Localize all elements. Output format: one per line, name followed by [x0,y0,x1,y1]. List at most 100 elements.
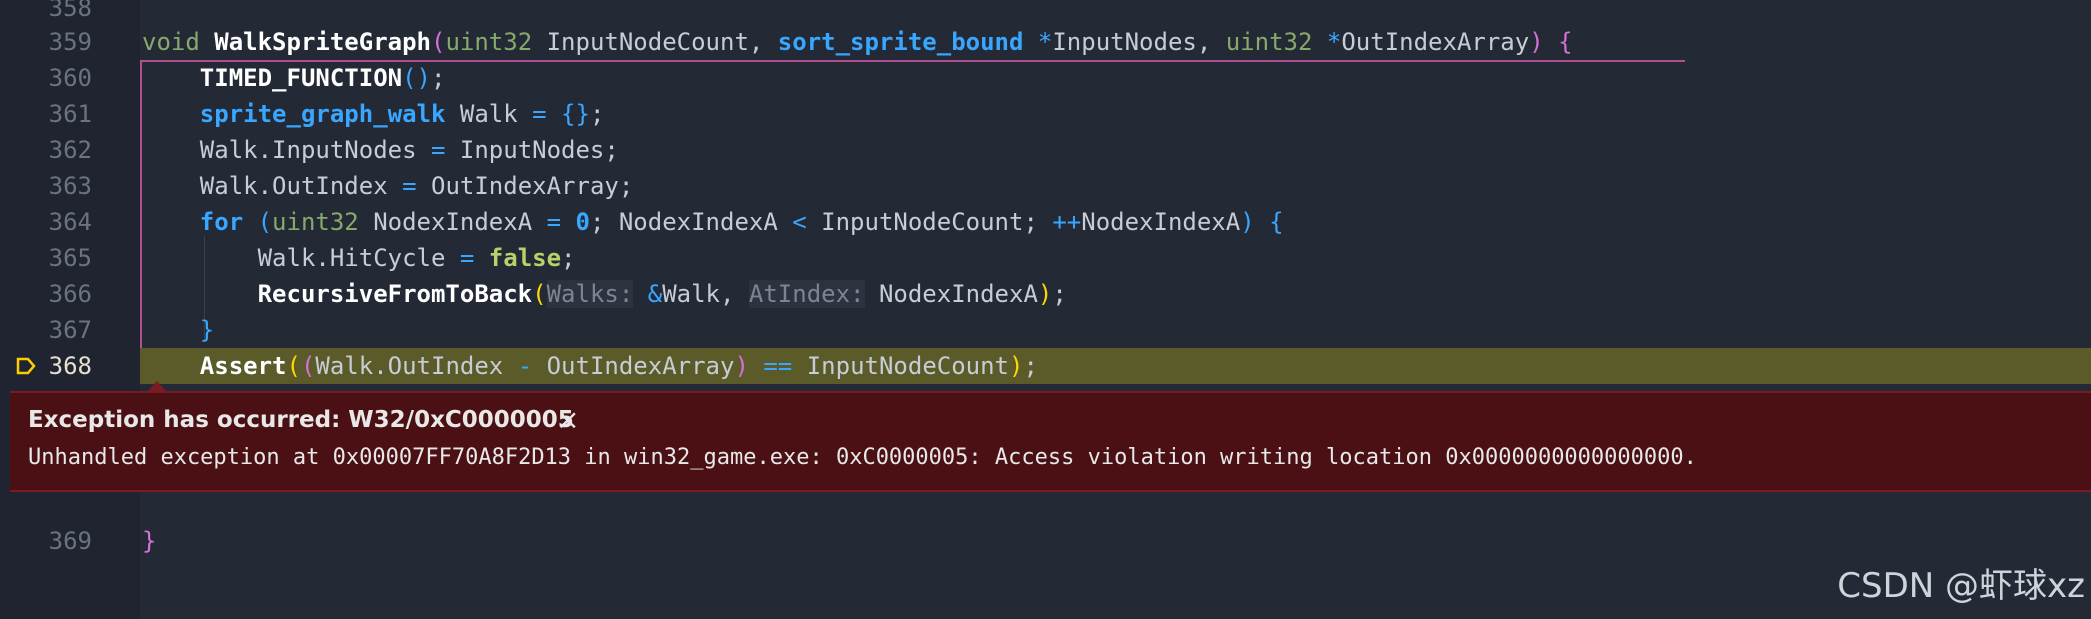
code-token: = [532,100,562,128]
code-line[interactable]: 358 [0,0,2091,26]
code-line[interactable]: 366 RecursiveFromToBack(Walks: &Walk, At… [0,276,2091,312]
code-token: InputNodeCount [806,352,1010,380]
code-line[interactable]: 364 for (uint32 NodexIndexA = 0; NodexIn… [0,204,2091,240]
line-number: 368 [48,352,92,380]
code-text: Walk.OutIndex = OutIndexArray; [142,168,634,204]
code-token: ; [1023,352,1038,380]
code-text: Walk.InputNodes = InputNodes; [142,132,619,168]
code-token: OutIndexArray [1341,28,1530,56]
code-token: uint32 [1225,28,1327,56]
code-token: Walk.HitCycle [142,244,460,272]
code-text: Walk.HitCycle = false; [142,240,576,276]
code-token: ++ [1052,208,1082,236]
code-token: uint32 [272,208,374,236]
exception-message: Unhandled exception at 0x00007FF70A8F2D1… [28,445,1697,470]
code-token: false [488,244,562,272]
code-token: Walk.OutIndex [315,352,518,380]
line-number: 361 [48,100,92,128]
code-token: InputNodeCount; [821,208,1053,236]
code-token: void [142,28,215,56]
line-number: 367 [48,316,92,344]
code-token: = [430,136,460,164]
code-line[interactable]: 367 } [0,312,2091,348]
code-token: {} [561,100,590,128]
code-line[interactable]: 362 Walk.InputNodes = InputNodes; [0,132,2091,168]
code-token: ; [431,64,446,92]
code-token: uint32 [445,28,547,56]
line-number: 365 [48,244,92,272]
code-line[interactable]: 365 Walk.HitCycle = false; [0,240,2091,276]
code-line[interactable]: 360 TIMED_FUNCTION(); [0,60,2091,96]
code-token: Walk.InputNodes [142,136,431,164]
exception-widget: Exception has occurred: W32/0xC0000005 ×… [10,391,2091,492]
code-token: ) [1009,352,1024,380]
code-token: ) { [1240,208,1284,236]
code-text: for (uint32 NodexIndexA = 0; NodexIndexA… [142,204,1284,240]
code-token: ( [300,352,316,380]
code-token: } [142,316,215,344]
code-line[interactable]: 369} [0,523,2091,559]
code-token: * [1326,28,1342,56]
code-token: InputNodes, [1052,28,1226,56]
code-line[interactable]: 363 Walk.OutIndex = OutIndexArray; [0,168,2091,204]
code-text: void WalkSpriteGraph(uint32 InputNodeCou… [142,24,1573,60]
code-token: = [546,208,576,236]
code-token: & [647,280,663,308]
watermark: CSDN @虾球xz [1837,566,2085,606]
code-token: OutIndexArray [546,352,735,380]
code-token: Walk, [662,280,749,308]
code-token: NodexIndexA [1081,208,1241,236]
code-line[interactable]: 361 sprite_graph_walk Walk = {}; [0,96,2091,132]
code-token: for [142,208,258,236]
code-token: RecursiveFromToBack [142,280,533,308]
code-text: TIMED_FUNCTION(); [142,60,446,96]
line-number: 358 [48,0,92,22]
code-token: ) [734,352,764,380]
code-token: Walk [459,100,533,128]
line-number: 366 [48,280,92,308]
code-token: Walks: [546,280,634,308]
exception-pointer [148,381,166,391]
code-token: NodexIndexA [864,280,1038,308]
code-token: = [402,172,431,200]
code-token: 0 [575,208,590,236]
code-text: } [142,312,214,348]
code-text: } [142,523,156,559]
code-text: RecursiveFromToBack(Walks: &Walk, AtInde… [142,276,1067,312]
code-line[interactable]: 359 void WalkSpriteGraph(uint32 InputNode… [0,24,2091,60]
code-token: TIMED_FUNCTION [142,64,403,92]
code-token: Walk.OutIndex [142,172,403,200]
code-text: Assert((Walk.OutIndex - OutIndexArray) =… [142,348,1038,384]
code-token: ) [1037,280,1053,308]
code-token: * [1037,28,1053,56]
code-token: } [142,527,157,555]
code-token: OutIndexArray; [431,172,634,200]
code-token: ( [286,352,301,380]
code-token: - [517,352,547,380]
code-token: AtIndex: [748,280,865,308]
code-line[interactable]: 368 Assert((Walk.OutIndex - OutIndexArra… [0,348,2091,384]
line-number: 364 [48,208,92,236]
code-token: InputNodes; [459,136,619,164]
line-number: 363 [48,172,92,200]
code-token: ; [589,100,605,128]
code-token: NodexIndexA [373,208,547,236]
code-token: ) { [1529,28,1573,56]
code-token: ( [257,208,273,236]
code-token: ( [532,280,547,308]
code-token: ; NodexIndexA [589,208,793,236]
line-number: 360 [48,64,92,92]
code-token: ( [431,28,446,56]
code-token: ; [561,244,576,272]
code-token: < [792,208,822,236]
code-token: ; [1052,280,1067,308]
line-number: 369 [48,527,92,555]
code-token: == [763,352,807,380]
code-text: sprite_graph_walk Walk = {}; [142,96,605,132]
exception-title: Exception has occurred: W32/0xC0000005 [28,407,574,433]
close-icon[interactable]: × [556,403,579,436]
code-token: sort_sprite_bound [777,28,1038,56]
code-token: sprite_graph_walk [142,100,460,128]
code-token: = [459,244,489,272]
